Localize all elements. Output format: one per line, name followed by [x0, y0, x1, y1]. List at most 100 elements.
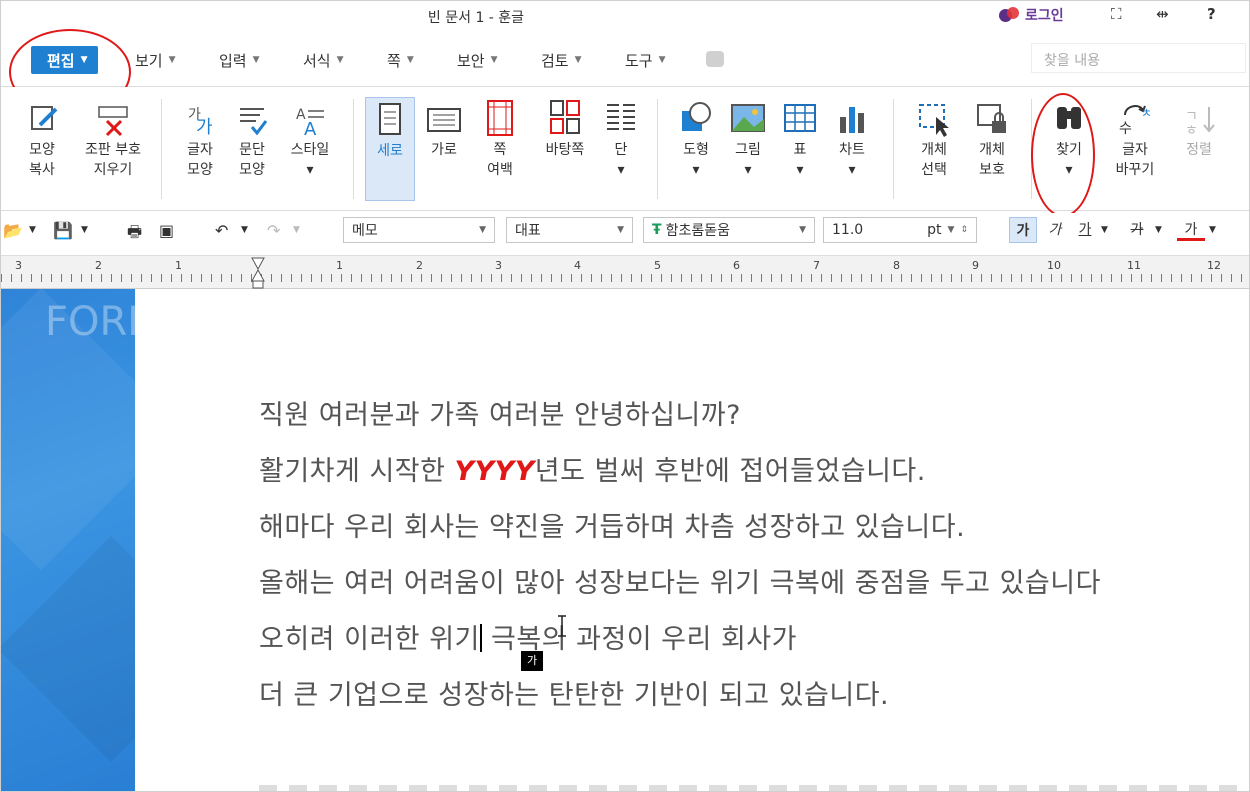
portrait-button[interactable]: 세로 — [365, 97, 415, 201]
ruler-label: 11 — [1127, 259, 1141, 272]
font-size-field[interactable]: 11.0 pt ▼ ⇕ — [823, 217, 977, 243]
print-preview-icon[interactable]: ▣ — [159, 221, 174, 240]
object-protect-l2: 보호 — [979, 162, 1005, 178]
tab-review[interactable]: 검토 ▼ — [541, 46, 582, 74]
ime-indicator: 가 — [521, 651, 543, 671]
char-shape-l1: 글자 — [187, 142, 213, 158]
horizontal-ruler[interactable]: 3 2 1 1 2 3 4 5 6 7 8 9 10 11 12 — [1, 255, 1249, 289]
ruler-label: 12 — [1207, 259, 1221, 272]
char-shape-button[interactable]: 가가 글자 모양 — [171, 97, 229, 201]
chevron-down-icon: ▼ — [252, 55, 260, 65]
object-select-button[interactable]: 개체 선택 — [905, 97, 963, 201]
table-icon — [780, 97, 820, 139]
shape-button[interactable]: 도형 ▾ — [667, 97, 725, 201]
ruler-label: 8 — [893, 259, 900, 272]
style-select[interactable]: 메모 ▼ — [343, 217, 495, 243]
bold-button[interactable]: 가 — [1009, 217, 1037, 243]
margin-l1: 쪽 — [493, 142, 507, 158]
tab-page[interactable]: 쪽 ▼ — [387, 46, 414, 74]
login-button[interactable]: 로그인 — [999, 5, 1064, 25]
shape-label: 도형 — [683, 142, 709, 158]
tab-security[interactable]: 보안 ▼ — [457, 46, 498, 74]
object-select-icon — [914, 97, 954, 139]
chevron-down-icon[interactable]: ▼ — [1101, 225, 1108, 235]
ruler-label: 3 — [15, 259, 22, 272]
brush-icon — [22, 97, 62, 139]
chevron-down-icon: ▾ — [617, 162, 625, 178]
shape-copy-button[interactable]: 모양 복사 — [13, 97, 71, 201]
erase-codes-button[interactable]: 조판 부호 지우기 — [77, 97, 149, 201]
chevron-down-icon[interactable]: ▼ — [29, 225, 36, 235]
addon-icon[interactable] — [706, 51, 724, 67]
indent-marker-icon[interactable] — [251, 257, 265, 289]
next-line-partial — [259, 785, 1249, 791]
object-select-l2: 선택 — [921, 162, 947, 178]
underline-button[interactable]: 가 — [1071, 217, 1099, 243]
document-area[interactable]: FORMATION 직원 여러분과 가족 여러분 안녕하십니까? 활기차게 시작… — [1, 289, 1249, 791]
language-select[interactable]: 대표 ▼ — [506, 217, 633, 243]
chevron-down-icon[interactable]: ▼ — [1209, 225, 1216, 235]
object-protect-l1: 개체 — [979, 142, 1005, 158]
stepper-icon[interactable]: ⇕ — [960, 225, 968, 235]
background-page-button[interactable]: 바탕쪽 — [533, 97, 597, 201]
columns-icon — [601, 97, 641, 139]
tab-tools[interactable]: 도구 ▼ — [625, 46, 666, 74]
portrait-label: 세로 — [377, 143, 403, 159]
font-select[interactable]: Ŧ 함초롬돋움 ▼ — [643, 217, 815, 243]
separator — [353, 99, 354, 199]
style-button[interactable]: AA 스타일 ▾ — [281, 97, 339, 201]
chevron-down-icon: ▾ — [306, 162, 314, 178]
svg-text:ㅎ: ㅎ — [1185, 123, 1198, 139]
help-icon[interactable]: ? — [1207, 5, 1216, 23]
italic-button[interactable]: 가 — [1041, 217, 1069, 243]
para-shape-button[interactable]: 문단 모양 — [223, 97, 281, 201]
ruler-label: 7 — [813, 259, 820, 272]
chevron-down-icon[interactable]: ▼ — [241, 225, 248, 235]
resize-icon[interactable]: ⇹ — [1156, 5, 1169, 23]
undo-icon[interactable]: ↶ — [215, 221, 228, 240]
redo-icon[interactable]: ↷ — [267, 221, 280, 240]
strikethrough-button[interactable]: 가 — [1123, 217, 1151, 243]
margin-button[interactable]: 쪽 여백 — [471, 97, 529, 201]
picture-button[interactable]: 그림 ▾ — [719, 97, 777, 201]
chevron-down-icon: ▼ — [947, 225, 955, 235]
ruler-label: 10 — [1047, 259, 1061, 272]
chevron-down-icon[interactable]: ▼ — [1155, 225, 1162, 235]
picture-label: 그림 — [735, 142, 761, 158]
open-folder-icon[interactable]: 📂 — [3, 221, 23, 240]
shape-copy-l1: 모양 — [29, 142, 55, 158]
chevron-down-icon: ▼ — [479, 225, 486, 235]
chevron-down-icon: ▾ — [744, 162, 752, 178]
font-color-button[interactable]: 가 — [1177, 217, 1205, 241]
replace-l1: 글자 — [1122, 142, 1148, 158]
title-bar: 빈 문서 1 - 훈글 로그인 ⛶ ⇹ ? — [1, 1, 1249, 31]
replace-l2: 바꾸기 — [1115, 162, 1155, 178]
fullscreen-icon[interactable]: ⛶ — [1111, 5, 1122, 23]
chart-label: 차트 — [839, 142, 865, 158]
tab-insert[interactable]: 입력 ▼ — [219, 46, 260, 74]
tab-format[interactable]: 서식 ▼ — [303, 46, 344, 74]
save-icon[interactable]: 💾 — [53, 221, 73, 240]
chevron-down-icon: ▼ — [574, 55, 582, 65]
sort-button[interactable]: ㄱㅎ 정렬 — [1173, 97, 1225, 201]
chevron-down-icon[interactable]: ▼ — [81, 225, 88, 235]
landscape-page-icon — [424, 97, 464, 139]
table-button[interactable]: 표 ▾ — [771, 97, 829, 201]
print-icon[interactable]: 🖶 — [127, 221, 142, 248]
replace-button[interactable]: 수ㅊ 글자 바꾸기 — [1103, 97, 1167, 201]
truetype-font-icon: Ŧ — [652, 222, 662, 238]
object-protect-button[interactable]: 개체 보호 — [963, 97, 1021, 201]
ruler-label: 2 — [416, 259, 423, 272]
font-size-value: 11.0 — [832, 222, 864, 238]
chevron-down-icon: ▼ — [658, 55, 666, 65]
char-shape-icon: 가가 — [180, 97, 220, 139]
search-input[interactable]: 찾을 내용 — [1031, 43, 1246, 73]
tab-view[interactable]: 보기 ▼ — [135, 46, 176, 74]
ibeam-cursor-icon — [558, 615, 566, 637]
chevron-down-icon[interactable]: ▼ — [293, 225, 300, 235]
columns-button[interactable]: 단 ▾ — [595, 97, 647, 201]
chart-button[interactable]: 차트 ▾ — [823, 97, 881, 201]
doc-line-3: 해마다 우리 회사는 약진을 거듭하며 차츰 성장하고 있습니다. — [259, 512, 966, 543]
landscape-button[interactable]: 가로 — [419, 97, 469, 201]
side-banner: FORMATION — [1, 289, 135, 791]
